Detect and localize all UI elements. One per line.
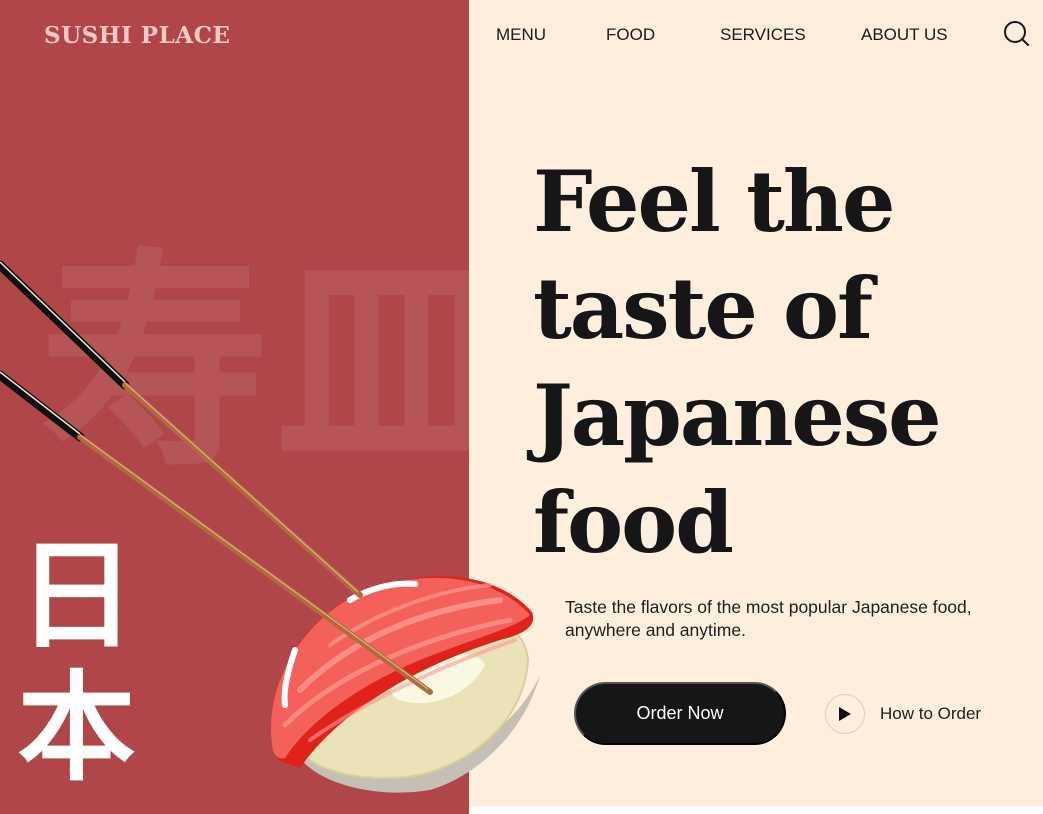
- hero-title-line: food: [533, 473, 734, 572]
- how-to-order-link[interactable]: How to Order: [880, 704, 981, 724]
- nav-item-services[interactable]: SERVICES: [720, 25, 806, 45]
- vertical-kanji: 日 本: [14, 530, 139, 794]
- bottom-strip: [469, 806, 1043, 814]
- hero-title-line: Japanese: [533, 366, 942, 465]
- search-icon: [1004, 21, 1029, 46]
- left-panel: 寿皿 日 本: [0, 0, 469, 814]
- hero-title: Feel the taste of Japanese food: [533, 148, 1003, 576]
- search-button[interactable]: [1002, 19, 1030, 47]
- how-to-order-play-button[interactable]: [825, 694, 865, 734]
- play-icon: [839, 707, 851, 721]
- nav-item-menu[interactable]: MENU: [496, 25, 546, 45]
- hero-subtitle: Taste the flavors of the most popular Ja…: [565, 597, 972, 640]
- kanji-char-origin: 本: [17, 659, 136, 797]
- hero-title-line: taste of: [533, 259, 873, 358]
- background-kanji: 寿皿: [40, 231, 469, 498]
- nav-item-about-us[interactable]: ABOUT US: [861, 25, 948, 45]
- site-logo[interactable]: SUSHI PLACE: [44, 22, 230, 49]
- hero-title-line: Feel the: [533, 152, 895, 251]
- nav-item-food[interactable]: FOOD: [606, 25, 655, 45]
- order-now-button[interactable]: Order Now: [574, 682, 786, 745]
- kanji-char-sun: 日: [17, 527, 136, 665]
